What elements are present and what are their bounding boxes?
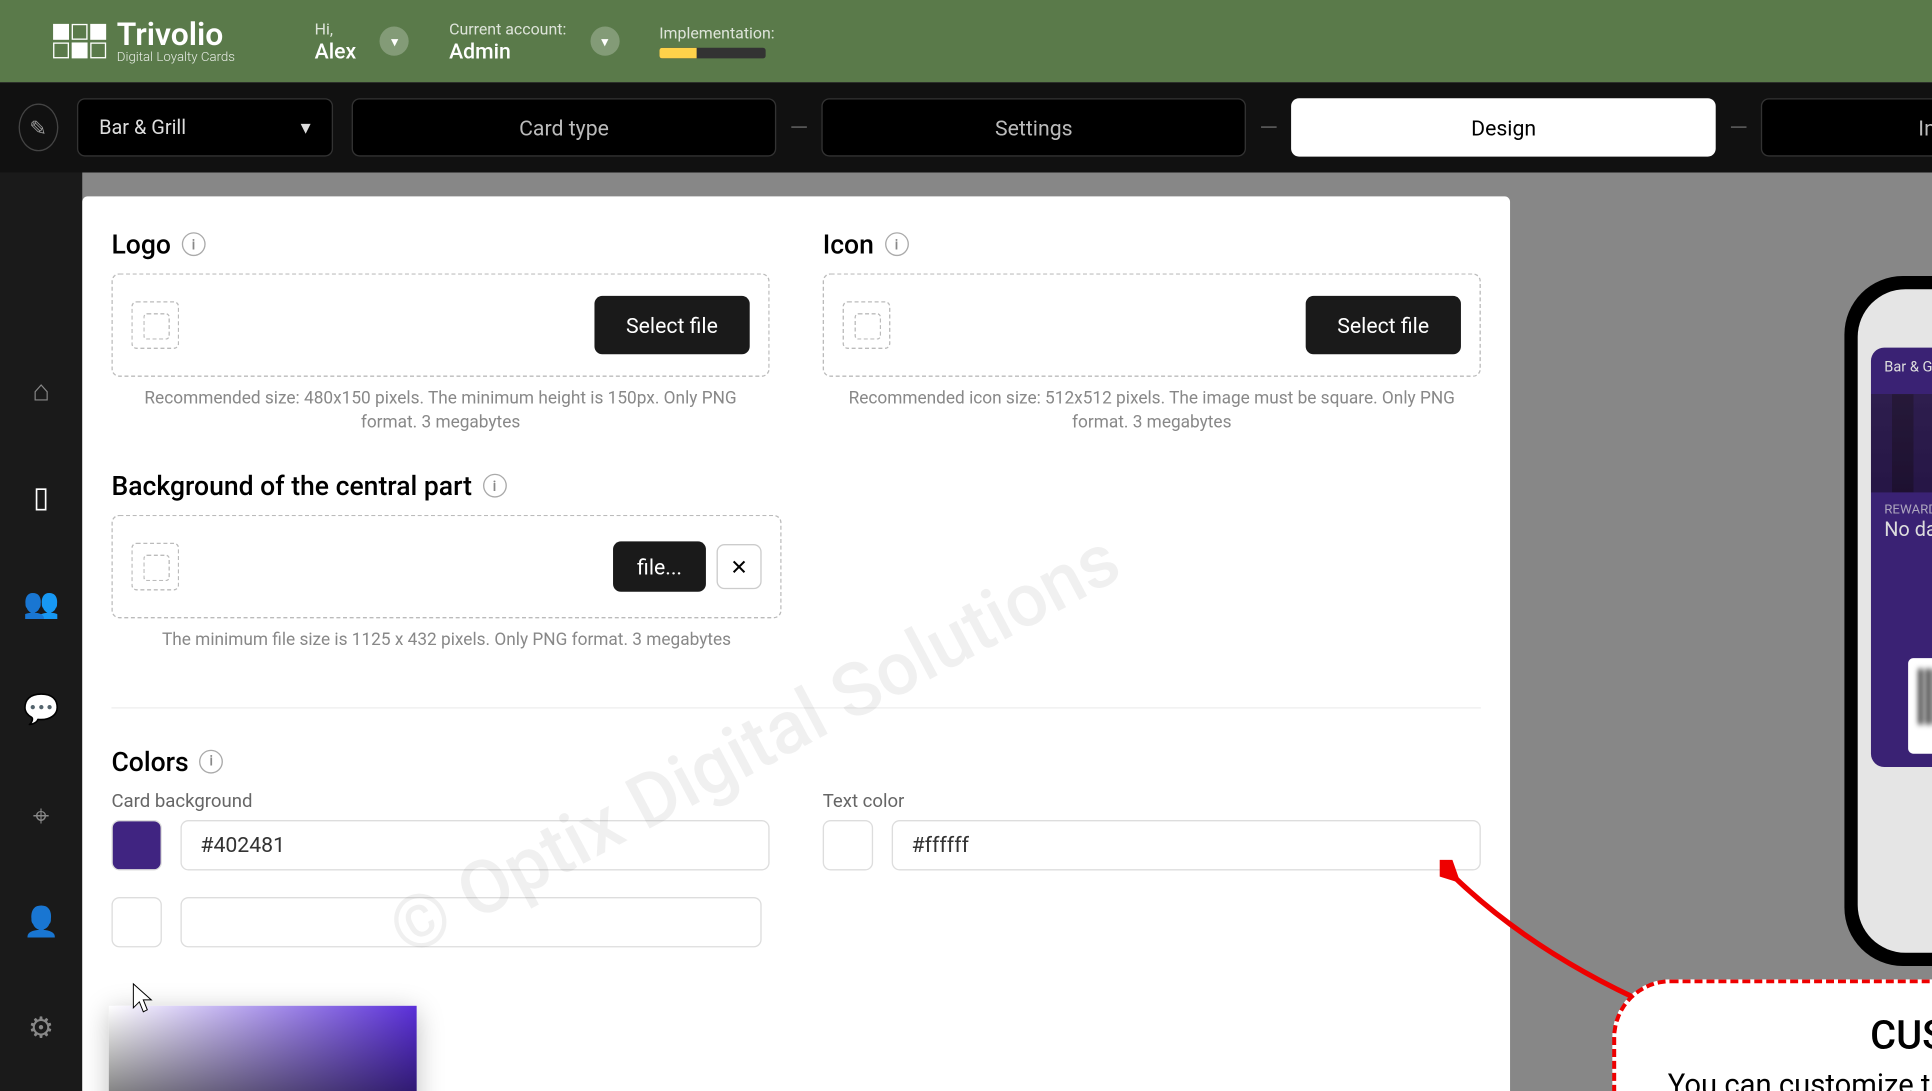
brand-logo[interactable]: Trivolio Digital Loyalty Cards <box>53 18 235 64</box>
icon-heading: Icon <box>823 228 874 260</box>
text-color-label: Text color <box>823 790 1481 811</box>
bg-file-button[interactable]: file... <box>613 542 706 592</box>
divider: — <box>1259 113 1278 141</box>
icon-upload[interactable]: Select file <box>823 273 1481 377</box>
project-name: Bar & Grill <box>99 115 186 139</box>
placeholder-icon <box>131 301 179 349</box>
card-bg-hex-input[interactable] <box>180 819 769 869</box>
placeholder-icon <box>843 301 891 349</box>
reward-label: REWARD <box>1884 503 1932 518</box>
loyalty-card: Bar & GrillBalance500 REWARDNo data TILL… <box>1871 348 1932 767</box>
barcode: Trivolio Digital Cards <box>1908 658 1932 754</box>
card-bg-field: Card background <box>111 790 769 870</box>
user-menu-chevron[interactable]: ▾ <box>380 27 409 56</box>
implementation-block: Implementation: <box>659 24 774 59</box>
placeholder-icon <box>131 543 179 591</box>
brand-name: Trivolio <box>117 18 235 50</box>
phone-icon[interactable]: ▯ <box>21 478 61 518</box>
reward-value: No data <box>1884 518 1932 542</box>
text-color-field: Text color <box>823 790 1481 870</box>
left-rail: ⌂ ▯ 👥 💬 ⌖ 👤 ⚙ ♛ 🏬 <box>0 173 82 1091</box>
card-title: Bar & Grill <box>1884 358 1932 389</box>
gear-icon[interactable]: ⚙ <box>21 1008 61 1048</box>
remove-bg-button[interactable]: ✕ <box>717 545 762 590</box>
card-bg-label: Card background <box>111 790 769 811</box>
tab-settings[interactable]: Settings <box>822 98 1247 156</box>
text-hex-input[interactable] <box>892 819 1481 869</box>
account-label: Current account: <box>449 19 566 38</box>
home-icon[interactable]: ⌂ <box>21 372 61 412</box>
phone-preview: Bar & GrillBalance500 REWARDNo data TILL… <box>1844 276 1932 966</box>
info-icon[interactable]: i <box>885 232 909 256</box>
bg-upload[interactable]: file... ✕ <box>111 515 781 619</box>
info-icon[interactable]: i <box>182 232 206 256</box>
tab-information[interactable]: Information <box>1761 98 1932 156</box>
user-greeting: Hi, Alex <box>315 19 357 63</box>
design-panel: © Optix Digital Solutions Logoi Select f… <box>82 196 1510 1091</box>
logo-section: Logoi Select file Recommended size: 480x… <box>111 228 769 435</box>
implementation-label: Implementation: <box>659 24 774 43</box>
account-block: Current account: Admin <box>449 19 566 63</box>
card-hero-image <box>1871 394 1932 492</box>
users-icon[interactable]: 👥 <box>21 584 61 624</box>
bg-section: Background of the central part i file... … <box>111 470 781 653</box>
logo-icon <box>53 24 106 59</box>
help-callout: CUSTOMIZE STYLE You can customize the st… <box>1612 979 1932 1091</box>
tab-design[interactable]: Design <box>1291 98 1716 156</box>
logo-heading: Logo <box>111 228 171 260</box>
card-bg-swatch[interactable] <box>111 819 161 869</box>
color-gradient[interactable] <box>109 1006 417 1091</box>
topbar: Trivolio Digital Loyalty Cards Hi, Alex … <box>0 0 1932 82</box>
location-icon[interactable]: ⌖ <box>21 796 61 836</box>
bg-hint: The minimum file size is 1125 x 432 pixe… <box>111 629 781 653</box>
icon-section: Iconi Select file Recommended icon size:… <box>823 228 1481 435</box>
implementation-progress <box>659 48 765 59</box>
barcode-label: Trivolio Digital Cards <box>1919 730 1932 743</box>
cursor-icon <box>131 982 155 1014</box>
color-picker[interactable]: R G B ⇅ <box>109 1006 417 1091</box>
chat-icon[interactable]: 💬 <box>21 690 61 730</box>
divider <box>111 707 1480 708</box>
select-icon-button[interactable]: Select file <box>1305 296 1460 354</box>
tab-card-type[interactable]: Card type <box>352 98 777 156</box>
extra-swatch[interactable] <box>111 896 161 946</box>
colors-heading: Colors <box>111 745 188 777</box>
user-name: Alex <box>315 38 357 63</box>
builder-toolbar: ✎ Bar & Grill ▾ Card type — Settings — D… <box>0 82 1932 172</box>
person-icon[interactable]: 👤 <box>21 902 61 942</box>
callout-title: CUSTOMIZE STYLE <box>1656 1012 1932 1058</box>
text-swatch[interactable] <box>823 819 873 869</box>
callout-body: You can customize the stamp shapes, incl… <box>1656 1067 1932 1091</box>
edit-icon[interactable]: ✎ <box>19 104 58 152</box>
logo-upload[interactable]: Select file <box>111 273 769 377</box>
logo-hint: Recommended size: 480x150 pixels. The mi… <box>111 387 769 435</box>
account-menu-chevron[interactable]: ▾ <box>590 27 619 56</box>
bg-heading: Background of the central part <box>111 470 471 502</box>
brand-tagline: Digital Loyalty Cards <box>117 50 235 65</box>
project-dropdown[interactable]: Bar & Grill ▾ <box>77 98 334 156</box>
info-icon[interactable]: i <box>199 749 223 773</box>
divider: — <box>1729 113 1748 141</box>
select-logo-button[interactable]: Select file <box>594 296 749 354</box>
divider: — <box>790 113 809 141</box>
hi-label: Hi, <box>315 19 357 38</box>
icon-hint: Recommended icon size: 512x512 pixels. T… <box>823 387 1481 435</box>
extra-hex-input[interactable] <box>180 896 761 946</box>
chevron-down-icon: ▾ <box>301 115 311 139</box>
account-value: Admin <box>449 38 566 63</box>
info-icon[interactable]: i <box>483 474 507 498</box>
